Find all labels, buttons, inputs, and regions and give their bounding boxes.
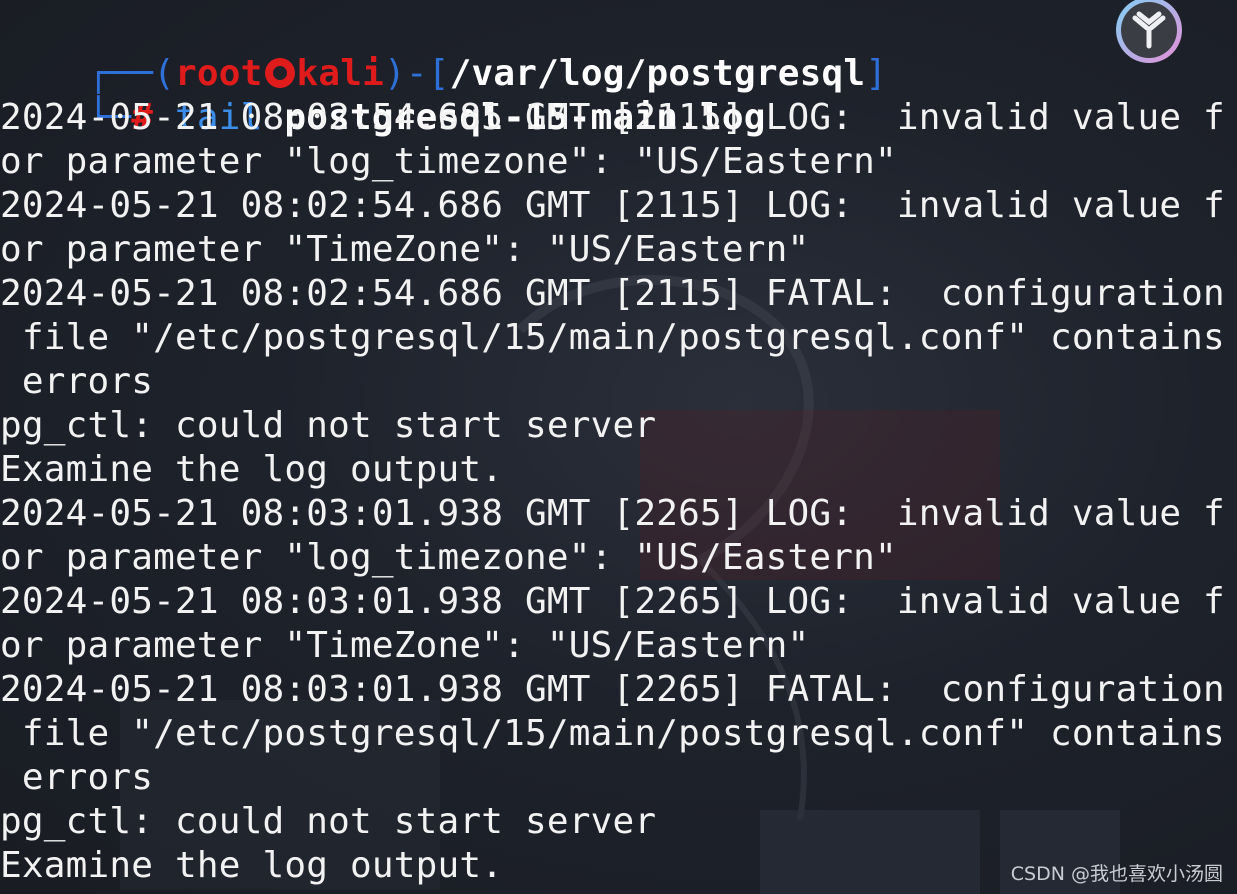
- output-line: errors: [0, 361, 154, 402]
- watermark-text: CSDN @我也喜欢小汤圆: [1010, 863, 1223, 885]
- output-line: or parameter "log_timezone": "US/Eastern…: [0, 141, 897, 182]
- command-line[interactable]: └─# tail postgresql-15-main.log: [0, 52, 766, 138]
- output-line: Examine the log output.: [0, 845, 504, 886]
- output-line: pg_ctl: could not start server: [0, 801, 657, 842]
- output-line: pg_ctl: could not start server: [0, 405, 657, 446]
- output-line: 2024-05-21 08:02:54.685 GMT [2115] LOG: …: [0, 97, 1225, 138]
- output-line: 2024-05-21 08:03:01.938 GMT [2265] LOG: …: [0, 493, 1225, 534]
- output-line: errors: [0, 757, 154, 798]
- output-line: 2024-05-21 08:02:54.686 GMT [2115] FATAL…: [0, 273, 1225, 314]
- output-line: file "/etc/postgresql/15/main/postgresql…: [0, 317, 1225, 358]
- output-line: or parameter "TimeZone": "US/Eastern": [0, 625, 810, 666]
- terminal-window[interactable]: ┌──(root kali)-[/var/log/postgresql] └─# …: [0, 0, 1237, 894]
- prompt-close-bracket: ]: [865, 53, 888, 94]
- output-line: 2024-05-21 08:03:01.938 GMT [2265] FATAL…: [0, 669, 1225, 710]
- output-line: Examine the log output.: [0, 449, 504, 490]
- app-logo-icon[interactable]: [1113, 0, 1185, 64]
- output-line: 2024-05-21 08:03:01.938 GMT [2265] LOG: …: [0, 581, 1225, 622]
- output-line: 2024-05-21 08:02:54.686 GMT [2115] LOG: …: [0, 185, 1225, 226]
- output-line: or parameter "TimeZone": "US/Eastern": [0, 229, 810, 270]
- output-line: or parameter "log_timezone": "US/Eastern…: [0, 537, 897, 578]
- output-line: file "/etc/postgresql/15/main/postgresql…: [0, 713, 1225, 754]
- prompt-line: ┌──(root kali)-[/var/log/postgresql]: [0, 8, 887, 94]
